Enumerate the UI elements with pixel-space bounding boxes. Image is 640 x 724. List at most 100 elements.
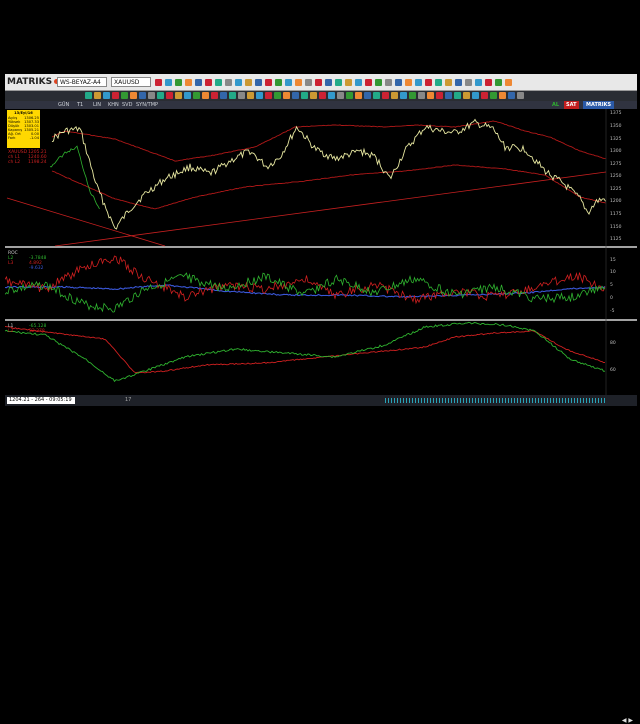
toolbar-icon[interactable]	[155, 78, 162, 86]
draw-tool-icon[interactable]	[391, 92, 398, 99]
draw-tool-icon[interactable]	[337, 92, 344, 99]
toolbar-icon[interactable]	[505, 78, 512, 86]
sell-button[interactable]: SAT	[564, 101, 579, 109]
draw-tool-icon[interactable]	[220, 92, 227, 99]
draw-tool-icon[interactable]	[283, 92, 290, 99]
draw-tool-icon[interactable]	[454, 92, 461, 99]
toolbar-icon[interactable]	[415, 78, 422, 86]
draw-tool-icon[interactable]	[499, 92, 506, 99]
draw-tool-icon[interactable]	[418, 92, 425, 99]
draw-tool-icon[interactable]	[445, 92, 452, 99]
draw-tool-icon[interactable]	[310, 92, 317, 99]
draw-tool-icon[interactable]	[265, 92, 272, 99]
toolbar-icon[interactable]	[175, 78, 182, 86]
toolbar-icon[interactable]	[245, 78, 252, 86]
toolbar-icon[interactable]	[295, 78, 302, 86]
draw-tool-icon[interactable]	[193, 92, 200, 99]
draw-tool-icon[interactable]	[508, 92, 515, 99]
toolbar-icon[interactable]	[195, 78, 202, 86]
draw-tool-icon[interactable]	[355, 92, 362, 99]
toolbar-icon[interactable]	[355, 78, 362, 86]
draw-tool-icon[interactable]	[301, 92, 308, 99]
draw-tool-icon[interactable]	[184, 92, 191, 99]
draw-tool-icon[interactable]	[472, 92, 479, 99]
toolbar-icon[interactable]	[315, 78, 322, 86]
toolbar-icon[interactable]	[465, 78, 472, 86]
draw-tool-icon[interactable]	[463, 92, 470, 99]
tab-svd[interactable]: SVD	[122, 101, 132, 109]
tab-lin[interactable]: LIN	[93, 101, 101, 109]
toolbar-icon[interactable]	[205, 78, 212, 86]
toolbar-icon[interactable]	[265, 78, 272, 86]
draw-tool-icon[interactable]	[130, 92, 137, 99]
logo-text: MATRIKS	[7, 76, 53, 87]
draw-tool-icon[interactable]	[103, 92, 110, 99]
draw-tool-icon[interactable]	[328, 92, 335, 99]
draw-tool-icon[interactable]	[373, 92, 380, 99]
draw-tool-icon[interactable]	[256, 92, 263, 99]
toolbar-icon[interactable]	[325, 78, 332, 86]
draw-tool-icon[interactable]	[238, 92, 245, 99]
draw-tool-icon[interactable]	[400, 92, 407, 99]
toolbar-icon[interactable]	[285, 78, 292, 86]
draw-tool-icon[interactable]	[274, 92, 281, 99]
toolbar-icon[interactable]	[165, 78, 172, 86]
toolbar-icon[interactable]	[255, 78, 262, 86]
toolbar-icon[interactable]	[455, 78, 462, 86]
time-scrollbar[interactable]	[385, 398, 605, 403]
draw-tool-icon[interactable]	[229, 92, 236, 99]
draw-tool-icon[interactable]	[202, 92, 209, 99]
draw-tool-icon[interactable]	[211, 92, 218, 99]
draw-tool-icon[interactable]	[427, 92, 434, 99]
buy-button[interactable]: AL	[552, 101, 559, 109]
tab-gun[interactable]: GÜN	[58, 101, 69, 109]
toolbar-icon[interactable]	[185, 78, 192, 86]
draw-tool-icon[interactable]	[319, 92, 326, 99]
toolbar-icon[interactable]	[275, 78, 282, 86]
draw-tool-icon[interactable]	[94, 92, 101, 99]
draw-tool-icon[interactable]	[112, 92, 119, 99]
toolbar-icon[interactable]	[425, 78, 432, 86]
draw-tool-icon[interactable]	[157, 92, 164, 99]
toolbar-icon[interactable]	[365, 78, 372, 86]
tab-syn-tmp[interactable]: SYN/TMP	[136, 101, 158, 109]
scroll-nav-arrows[interactable]: ◀ ▶	[622, 717, 633, 724]
toolbar-icon[interactable]	[495, 78, 502, 86]
toolbar-icon[interactable]	[305, 78, 312, 86]
toolbar-icon[interactable]	[445, 78, 452, 86]
tab-t1[interactable]: T1	[77, 101, 83, 109]
draw-tool-icon[interactable]	[490, 92, 497, 99]
draw-tool-icon[interactable]	[364, 92, 371, 99]
draw-tool-icon[interactable]	[346, 92, 353, 99]
tab-khn[interactable]: KHN	[108, 101, 119, 109]
toolbar-icon[interactable]	[435, 78, 442, 86]
toolbar-icon[interactable]	[385, 78, 392, 86]
toolbar-icon[interactable]	[395, 78, 402, 86]
toolbar-icon[interactable]	[225, 78, 232, 86]
toolbar-icon[interactable]	[215, 78, 222, 86]
toolbar-icon[interactable]	[335, 78, 342, 86]
account-select[interactable]: WS-BEYAZ-A4	[57, 77, 107, 87]
draw-tool-icon[interactable]	[292, 92, 299, 99]
chart-svg[interactable]: XAUUSD 1205.21 ch L1 1240.60 ch L2 1198.…	[4, 109, 637, 395]
chart-area[interactable]: XAUUSD 1205.21 ch L1 1240.60 ch L2 1198.…	[4, 109, 637, 395]
symbol-select[interactable]: XAUUSD	[111, 77, 151, 87]
draw-tool-icon[interactable]	[247, 92, 254, 99]
draw-tool-icon[interactable]	[409, 92, 416, 99]
draw-tool-icon[interactable]	[148, 92, 155, 99]
toolbar-icon[interactable]	[345, 78, 352, 86]
toolbar-icon[interactable]	[235, 78, 242, 86]
draw-tool-icon[interactable]	[481, 92, 488, 99]
draw-tool-icon[interactable]	[85, 92, 92, 99]
toolbar-icon[interactable]	[485, 78, 492, 86]
draw-tool-icon[interactable]	[517, 92, 524, 99]
draw-tool-icon[interactable]	[139, 92, 146, 99]
toolbar-icon[interactable]	[375, 78, 382, 86]
draw-tool-icon[interactable]	[436, 92, 443, 99]
draw-tool-icon[interactable]	[382, 92, 389, 99]
toolbar-icon[interactable]	[475, 78, 482, 86]
draw-tool-icon[interactable]	[175, 92, 182, 99]
toolbar-icon[interactable]	[405, 78, 412, 86]
draw-tool-icon[interactable]	[166, 92, 173, 99]
draw-tool-icon[interactable]	[121, 92, 128, 99]
